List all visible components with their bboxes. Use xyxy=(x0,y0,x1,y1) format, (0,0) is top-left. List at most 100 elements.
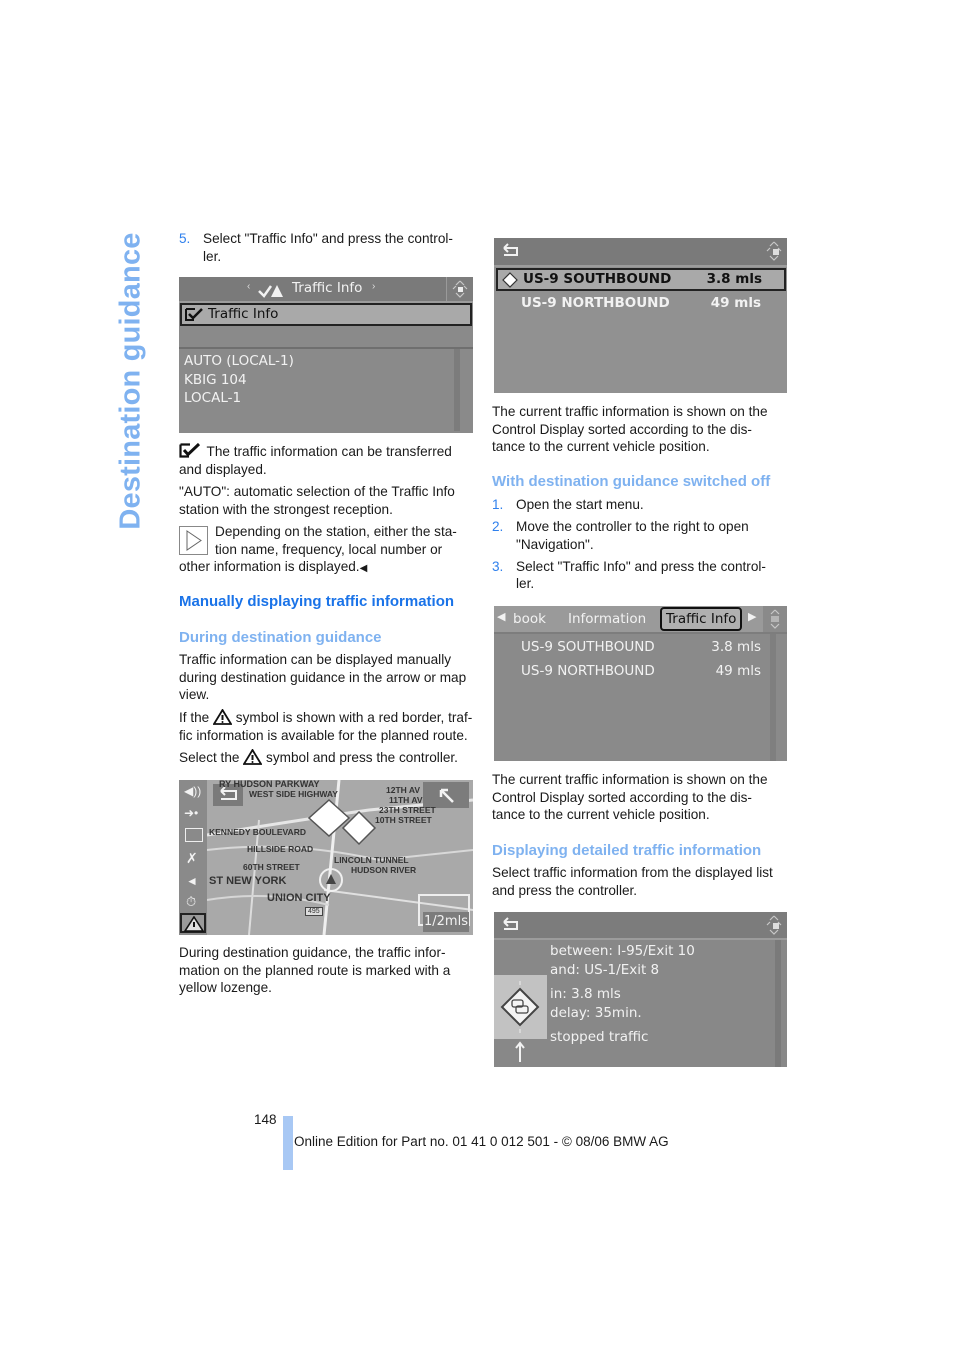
station-item[interactable]: KBIG 104 xyxy=(184,371,294,390)
back-arrow-icon[interactable] xyxy=(499,242,521,260)
detail-distance: in: 3.8 mls xyxy=(550,986,621,1002)
traffic-check-icon xyxy=(258,285,283,298)
traffic-distance: 3.8 mls xyxy=(711,639,761,655)
subsection-heading: During destination guidance xyxy=(179,629,382,646)
arrow-left-icon[interactable]: ◀ xyxy=(497,610,505,623)
map-sidebar: ◀)) ➜• ✗ ◄ ⏱ xyxy=(179,780,207,935)
map-label: 10TH STREET xyxy=(375,815,432,825)
step-5: 5. Select "Traffic Info" and press the co… xyxy=(179,230,479,265)
navigation-menu-screen: ◀ book Information Traffic Info ▶ US-9 S… xyxy=(494,606,787,761)
controller-corner-icon xyxy=(446,277,473,301)
checkbox-checked-icon xyxy=(185,308,203,321)
nav-tab-bar: ◀ book Information Traffic Info ▶ xyxy=(494,606,787,634)
note-text: tion name, frequency, local number or xyxy=(215,541,443,557)
traffic-row[interactable]: US-9 SOUTHBOUND 3.8 mls xyxy=(521,639,761,655)
back-arrow-icon[interactable] xyxy=(499,916,521,934)
up-arrow-icon xyxy=(515,1041,525,1062)
checkbox-checked-icon xyxy=(179,442,201,458)
select-symbol-text: Select the symbol and press the controll… xyxy=(179,748,479,767)
end-mark-icon: ◀ xyxy=(359,563,368,575)
screen-header xyxy=(494,912,787,940)
step-number: 3. xyxy=(492,558,504,574)
tab-information[interactable]: Information xyxy=(568,611,646,627)
traffic-jam-sign-panel[interactable] xyxy=(494,975,547,1039)
body-text: mation on the planned route is marked wi… xyxy=(179,962,451,978)
edition-footer: Online Edition for Part no. 01 41 0 012 … xyxy=(294,1134,669,1149)
direction-icon[interactable]: ◄ xyxy=(186,874,198,888)
body-text: The current traffic information is shown… xyxy=(492,404,768,419)
screen-header: ‹ Traffic Info › xyxy=(179,277,473,303)
scrollbar[interactable] xyxy=(770,634,776,761)
arrow-left-icon: ‹ xyxy=(247,281,251,292)
map-caption: During destination guidance, the traffic… xyxy=(179,944,479,997)
traffic-warning-button[interactable] xyxy=(180,913,206,933)
detail-and: and: US-1/Exit 8 xyxy=(550,961,660,978)
controller-corner-icon xyxy=(763,606,787,632)
traffic-row[interactable]: US-9 NORTHBOUND 49 mls xyxy=(521,663,761,679)
timer-icon[interactable]: ⏱ xyxy=(186,894,196,910)
tab-address-book[interactable]: book xyxy=(513,611,546,627)
map-view-icon[interactable] xyxy=(185,828,203,842)
route-arrow-icon[interactable]: ➜• xyxy=(184,806,198,820)
station-item[interactable]: LOCAL-1 xyxy=(184,389,294,408)
traffic-row-selected[interactable]: US-9 SOUTHBOUND 3.8 mls xyxy=(496,268,786,291)
detail-event: stopped traffic xyxy=(550,1029,649,1045)
chapter-title-text: Destination guidance xyxy=(114,232,147,530)
map-label: KENNEDY BOULEVARD xyxy=(209,827,306,837)
body-text: Control Display sorted according to the … xyxy=(492,789,752,805)
map-label: RY HUDSON PARKWAY xyxy=(219,780,320,789)
page-number: 148 xyxy=(254,1112,277,1127)
map-label: 11TH AV xyxy=(389,795,423,805)
traffic-road: US-9 NORTHBOUND xyxy=(521,295,670,311)
map-view-screen: ◀)) ➜• ✗ ◄ ⏱ RY HUDSON PARKWAY WEST SIDE… xyxy=(179,780,473,935)
map-label: HILLSIDE ROAD xyxy=(247,844,314,854)
step-text: Select "Traffic Info" and press the cont… xyxy=(516,558,766,574)
body-text: tance to the current vehicle position. xyxy=(492,807,710,823)
avoid-route-icon[interactable]: ✗ xyxy=(186,850,198,867)
map-label: HUDSON RIVER xyxy=(351,865,417,875)
controller-corner-icon xyxy=(761,912,787,938)
note-text: and displayed. xyxy=(179,461,267,477)
traffic-info-toggle[interactable]: Traffic Info xyxy=(180,303,472,326)
body-text: fic information is available for the pla… xyxy=(179,727,468,743)
subsection-heading: Displaying detailed traffic information xyxy=(492,842,762,859)
controller-corner-icon xyxy=(761,238,787,265)
warning-triangle-icon xyxy=(242,748,263,765)
map-label: 60TH STREET xyxy=(243,862,300,872)
station-item[interactable]: AUTO (LOCAL-1) xyxy=(184,352,294,371)
map-label: UNION CITY xyxy=(267,892,331,904)
toggle-label: Traffic Info xyxy=(208,306,279,322)
step-number: 5. xyxy=(179,231,191,246)
arrow-right-icon[interactable]: ▶ xyxy=(748,610,756,623)
traffic-row[interactable]: US-9 NORTHBOUND 49 mls xyxy=(521,295,761,311)
scrollbar[interactable] xyxy=(775,940,781,1067)
section-heading: Manually displaying traffic information xyxy=(179,593,455,610)
step-text: Move the controller to the right to open xyxy=(516,519,749,535)
note-text: The traffic information can be transferr… xyxy=(206,444,452,459)
note-text: station with the strongest reception. xyxy=(179,501,393,517)
detail-between: between: I-95/Exit 10 xyxy=(550,943,695,959)
screen-header xyxy=(494,238,787,267)
body-text: If the xyxy=(179,710,210,725)
body-text: symbol and press the controller. xyxy=(266,750,458,765)
warning-triangle-icon xyxy=(212,708,233,725)
map-label: WEST SIDE HIGHWAY xyxy=(249,789,338,799)
step-number: 2. xyxy=(492,519,504,535)
traffic-info-station-screen: ‹ Traffic Info › Traffic Info AUTO (LOCA… xyxy=(179,277,473,433)
scrollbar[interactable] xyxy=(454,349,460,431)
note-text: Depending on the station, either the sta… xyxy=(215,524,457,539)
steps-list: 1. Open the start menu. 2. Move the contro… xyxy=(492,496,792,593)
step-text: Select "Traffic Info" and press the cont… xyxy=(203,231,453,246)
during-text: Traffic information can be displayed man… xyxy=(179,651,479,704)
traffic-road: US-9 SOUTHBOUND xyxy=(523,271,672,287)
body-text: tance to the current vehicle position. xyxy=(492,439,710,455)
screen-header-title: Traffic Info xyxy=(292,280,363,296)
map-label: LINCOLN TUNNEL xyxy=(334,855,409,865)
volume-icon[interactable]: ◀)) xyxy=(184,784,201,798)
body-text: during destination guidance in the arrow… xyxy=(179,669,467,685)
tab-traffic-info[interactable]: Traffic Info xyxy=(660,607,743,631)
step-text-cont: "Navigation". xyxy=(516,536,594,552)
station-list: AUTO (LOCAL-1) KBIG 104 LOCAL-1 xyxy=(184,352,294,408)
step-1: 1. Open the start menu. xyxy=(492,496,792,514)
body-text: Traffic information can be displayed man… xyxy=(179,652,452,667)
